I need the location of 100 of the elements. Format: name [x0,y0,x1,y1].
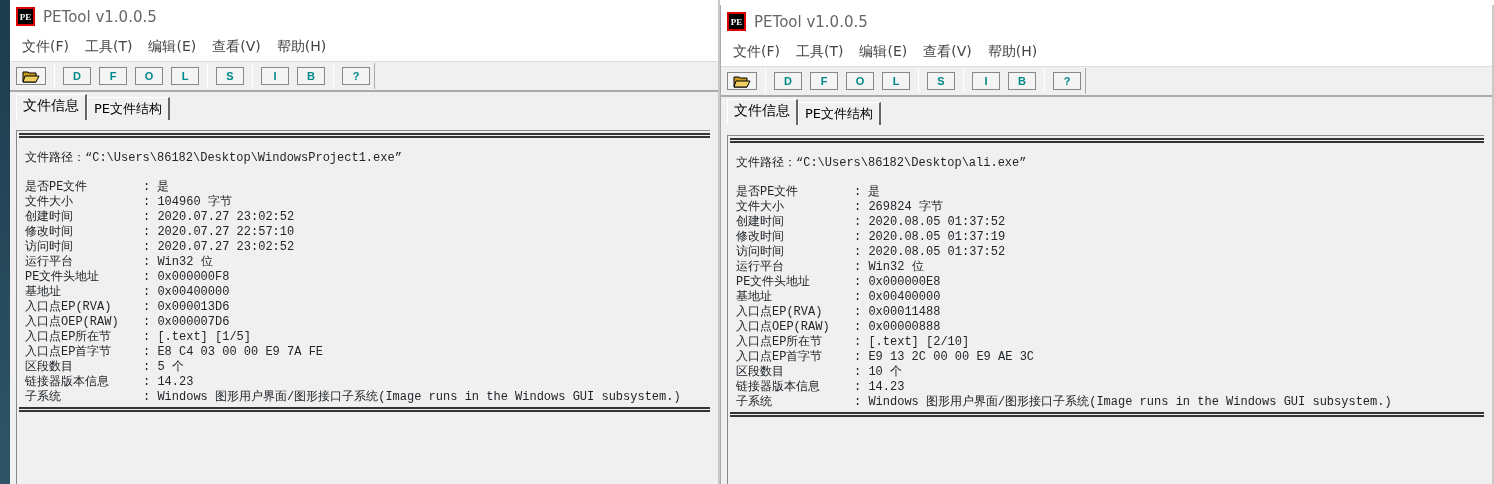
toolbar-button[interactable]: O [135,67,163,85]
field-label: 入口点OEP(RAW) [25,315,120,330]
field-label: 文件大小 [736,200,785,215]
menu-item[interactable]: 文件(F) [725,43,788,61]
field-label: 是否PE文件 [736,185,800,200]
field-value: : Win32 位 [854,260,925,275]
field-label: 修改时间 [736,230,785,245]
field-value: : 0x00011488 [854,305,942,320]
open-folder-button[interactable] [727,72,757,90]
menu-item[interactable]: 工具(T) [77,38,141,56]
field-label: 基地址 [25,285,62,300]
toolbar-button[interactable]: F [810,72,838,90]
app-logo: PE [727,12,746,31]
field-value: : 0x00000888 [854,320,942,335]
toolbar-button[interactable]: L [171,67,199,85]
field-label: 子系统 [25,390,62,405]
toolbar-button[interactable]: D [774,72,802,90]
field-value: : Windows 图形用户界面/图形接口子系统(Image runs in the Windows GUI subsystem.) [854,395,1393,410]
tab[interactable]: PE文件结构 [87,97,171,120]
field-value: : 10 个 [854,365,903,380]
field-label: 入口点EP所在节 [25,330,113,345]
field-value: : 0x000013D6 [143,300,231,315]
tab[interactable]: 文件信息 [16,94,87,120]
field-label: 入口点OEP(RAW) [736,320,831,335]
field-value: : 14.23 [854,380,906,395]
field-value: : 269824 字节 [854,200,944,215]
tab[interactable]: 文件信息 [727,99,798,125]
field-value: : 2020.07.27 22:57:10 [143,225,296,240]
toolbar-button[interactable]: B [1008,72,1036,90]
field-value: : 0x00400000 [143,285,231,300]
toolbar-button[interactable]: L [882,72,910,90]
field-label: 入口点EP(RVA) [736,305,824,320]
field-label: 运行平台 [25,255,74,270]
menu-item[interactable]: 编辑(E) [851,43,916,61]
toolbar-button[interactable]: ? [1053,72,1081,90]
field-label: 修改时间 [25,225,74,240]
field-label: 创建时间 [25,210,74,225]
field-label: 是否PE文件 [25,180,89,195]
field-label: 访问时间 [736,245,785,260]
field-value: : 0x00400000 [854,290,942,305]
toolbar-button[interactable]: I [972,72,1000,90]
folder-icon [733,74,751,88]
field-label: 运行平台 [736,260,785,275]
window-title: PETool v1.0.0.5 [754,12,868,31]
folder-icon [22,69,40,83]
field-label: 区段数目 [736,365,785,380]
field-label: 文件大小 [25,195,74,210]
tab[interactable]: PE文件结构 [798,102,882,125]
field-value: : 2020.08.05 01:37:52 [854,215,1007,230]
menu-item[interactable]: 帮助(H) [979,43,1046,61]
window-title: PETool v1.0.0.5 [43,7,157,26]
toolbar-button[interactable]: O [846,72,874,90]
field-label: 基地址 [736,290,773,305]
file-path-text: 文件路径：“C:\Users\86182\Desktop\ali.exe” [735,155,1028,172]
field-value: : 是 [143,180,171,195]
field-label: PE文件头地址 [736,275,812,290]
toolbar-button[interactable]: D [63,67,91,85]
field-value: : 2020.07.27 23:02:52 [143,210,296,225]
toolbar-button[interactable]: F [99,67,127,85]
field-label: PE文件头地址 [25,270,101,285]
menu-item[interactable]: 查看(V) [204,38,269,56]
app-logo: PE [16,7,35,26]
menu-item[interactable]: 工具(T) [788,43,852,61]
field-value: : [.text] [1/5] [143,330,253,345]
field-value: : 0x000000F8 [143,270,231,285]
menu-item[interactable]: 文件(F) [14,38,77,56]
toolbar-button[interactable]: S [927,72,955,90]
field-value: : 0x000000E8 [854,275,942,290]
toolbar-button[interactable]: S [216,67,244,85]
file-path-text: 文件路径：“C:\Users\86182\Desktop\WindowsProject1.exe” [24,150,403,167]
menu-item[interactable]: 帮助(H) [268,38,335,56]
menu-item[interactable]: 编辑(E) [140,38,205,56]
field-value: : Win32 位 [143,255,214,270]
field-value: : 104960 字节 [143,195,233,210]
field-value: : 2020.08.05 01:37:52 [854,245,1007,260]
field-label: 区段数目 [25,360,74,375]
toolbar-button[interactable]: I [261,67,289,85]
field-value: : 14.23 [143,375,195,390]
menu-item[interactable]: 查看(V) [915,43,980,61]
field-value: : 是 [854,185,882,200]
field-value: : 2020.07.27 23:02:52 [143,240,296,255]
field-label: 创建时间 [736,215,785,230]
field-value: : E8 C4 03 00 00 E9 7A FE [143,345,325,360]
open-folder-button[interactable] [16,67,46,85]
field-value: : 2020.08.05 01:37:19 [854,230,1007,245]
toolbar-button[interactable]: B [297,67,325,85]
field-value: : E9 13 2C 00 00 E9 AE 3C [854,350,1036,365]
field-label: 访问时间 [25,240,74,255]
field-label: 链接器版本信息 [25,375,110,390]
field-label: 入口点EP(RVA) [25,300,113,315]
field-label: 入口点EP首字节 [25,345,113,360]
field-label: 链接器版本信息 [736,380,821,395]
field-label: 子系统 [736,395,773,410]
field-value: : [.text] [2/10] [854,335,971,350]
field-label: 入口点EP首字节 [736,350,824,365]
field-value: : 0x000007D6 [143,315,231,330]
field-label: 入口点EP所在节 [736,335,824,350]
toolbar-button[interactable]: ? [342,67,370,85]
field-value: : 5 个 [143,360,185,375]
field-value: : Windows 图形用户界面/图形接口子系统(Image runs in the Windows GUI subsystem.) [143,390,682,405]
